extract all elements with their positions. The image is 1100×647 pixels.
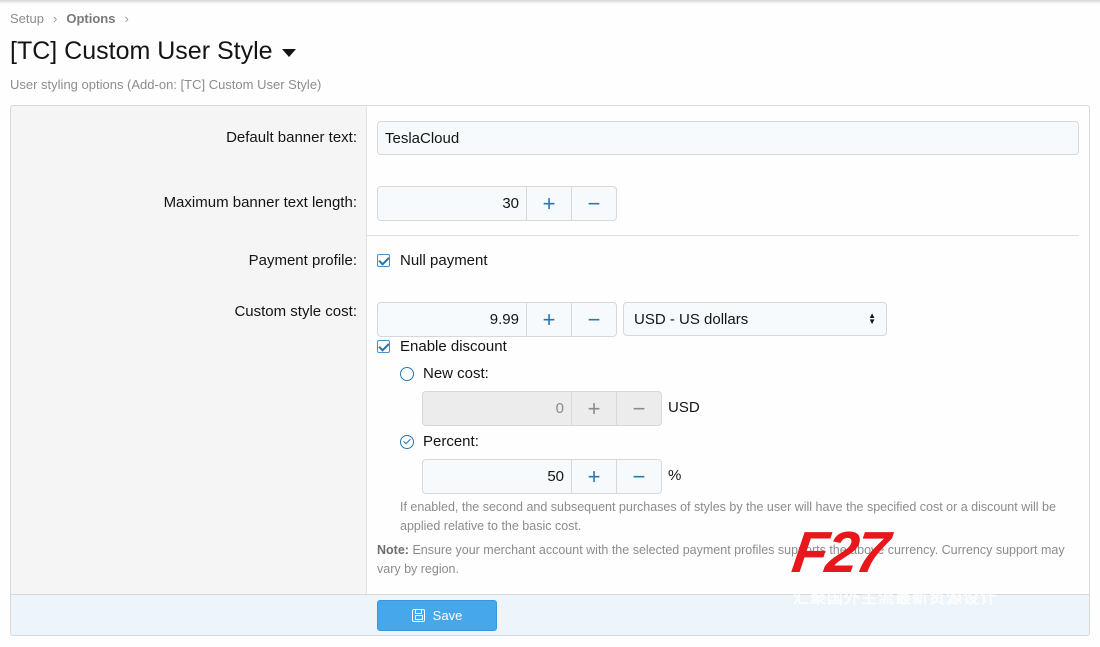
caret-down-icon[interactable]	[281, 48, 296, 57]
currency-select-value: USD - US dollars	[634, 310, 749, 328]
decrement-button[interactable]: −	[616, 392, 661, 425]
watermark: F27 汇聚国外主流最新资源设计	[788, 519, 1098, 609]
save-icon	[411, 609, 425, 622]
percent-input[interactable]: 50	[423, 460, 571, 493]
payment-profile-label: Payment profile:	[248, 252, 357, 269]
custom-style-cost-stepper: 9.99 + −	[377, 302, 617, 337]
enable-discount-checkbox[interactable]: Enable discount	[377, 338, 507, 355]
increment-button[interactable]: +	[526, 303, 571, 336]
select-arrows-icon: ▲ ▼	[868, 311, 876, 326]
section-divider	[367, 235, 1079, 236]
note-prefix: Note:	[377, 543, 409, 557]
top-shadow	[0, 0, 1100, 4]
percent-label: Percent:	[423, 433, 479, 450]
percent-radio[interactable]: Percent:	[400, 433, 479, 450]
new-cost-stepper: 0 + −	[422, 391, 662, 426]
enable-discount-label: Enable discount	[400, 338, 507, 355]
percent-stepper: 50 + −	[422, 459, 662, 494]
chevron-right-icon: ›	[52, 11, 58, 26]
breadcrumb-setup[interactable]: Setup	[10, 11, 44, 26]
radio-empty-icon	[400, 366, 414, 381]
page-title-text: [TC] Custom User Style	[10, 37, 273, 65]
watermark-logo: F27	[788, 520, 892, 585]
new-cost-radio[interactable]: New cost:	[400, 365, 489, 382]
default-banner-input[interactable]: TeslaCloud	[377, 121, 1079, 155]
max-banner-length-label: Maximum banner text length:	[163, 194, 357, 211]
custom-style-cost-input[interactable]: 9.99	[378, 303, 526, 336]
decrement-button[interactable]: −	[616, 460, 661, 493]
decrement-button[interactable]: −	[571, 187, 616, 220]
radio-checked-icon	[400, 434, 414, 449]
increment-button[interactable]: +	[571, 392, 616, 425]
currency-select[interactable]: USD - US dollars ▲ ▼	[623, 302, 887, 336]
payment-profile-option-label: Null payment	[400, 252, 488, 269]
decrement-button[interactable]: −	[571, 303, 616, 336]
page-title[interactable]: [TC] Custom User Style	[10, 37, 296, 66]
labels-column	[11, 106, 367, 594]
save-button-label: Save	[432, 608, 463, 623]
payment-profile-null-checkbox[interactable]: Null payment	[377, 252, 488, 269]
default-banner-label: Default banner text:	[226, 129, 357, 146]
max-banner-length-input[interactable]: 30	[378, 187, 526, 220]
watermark-tagline: 汇聚国外主流最新资源设计	[793, 590, 998, 607]
chevron-right-icon: ›	[124, 11, 129, 26]
new-cost-input[interactable]: 0	[423, 392, 571, 425]
increment-button[interactable]: +	[526, 187, 571, 220]
checkbox-checked-icon	[377, 340, 390, 353]
breadcrumb: Setup › Options ›	[10, 11, 138, 26]
checkbox-checked-icon	[377, 254, 390, 267]
breadcrumb-options[interactable]: Options	[66, 11, 115, 26]
custom-style-cost-label: Custom style cost:	[234, 303, 357, 320]
max-banner-length-stepper: 30 + −	[377, 186, 617, 221]
save-button[interactable]: Save	[377, 600, 497, 631]
new-cost-unit: USD	[668, 399, 700, 416]
increment-button[interactable]: +	[571, 460, 616, 493]
percent-unit: %	[668, 467, 682, 484]
page-description: User styling options (Add-on: [TC] Custo…	[10, 77, 322, 92]
new-cost-label: New cost:	[423, 365, 489, 382]
